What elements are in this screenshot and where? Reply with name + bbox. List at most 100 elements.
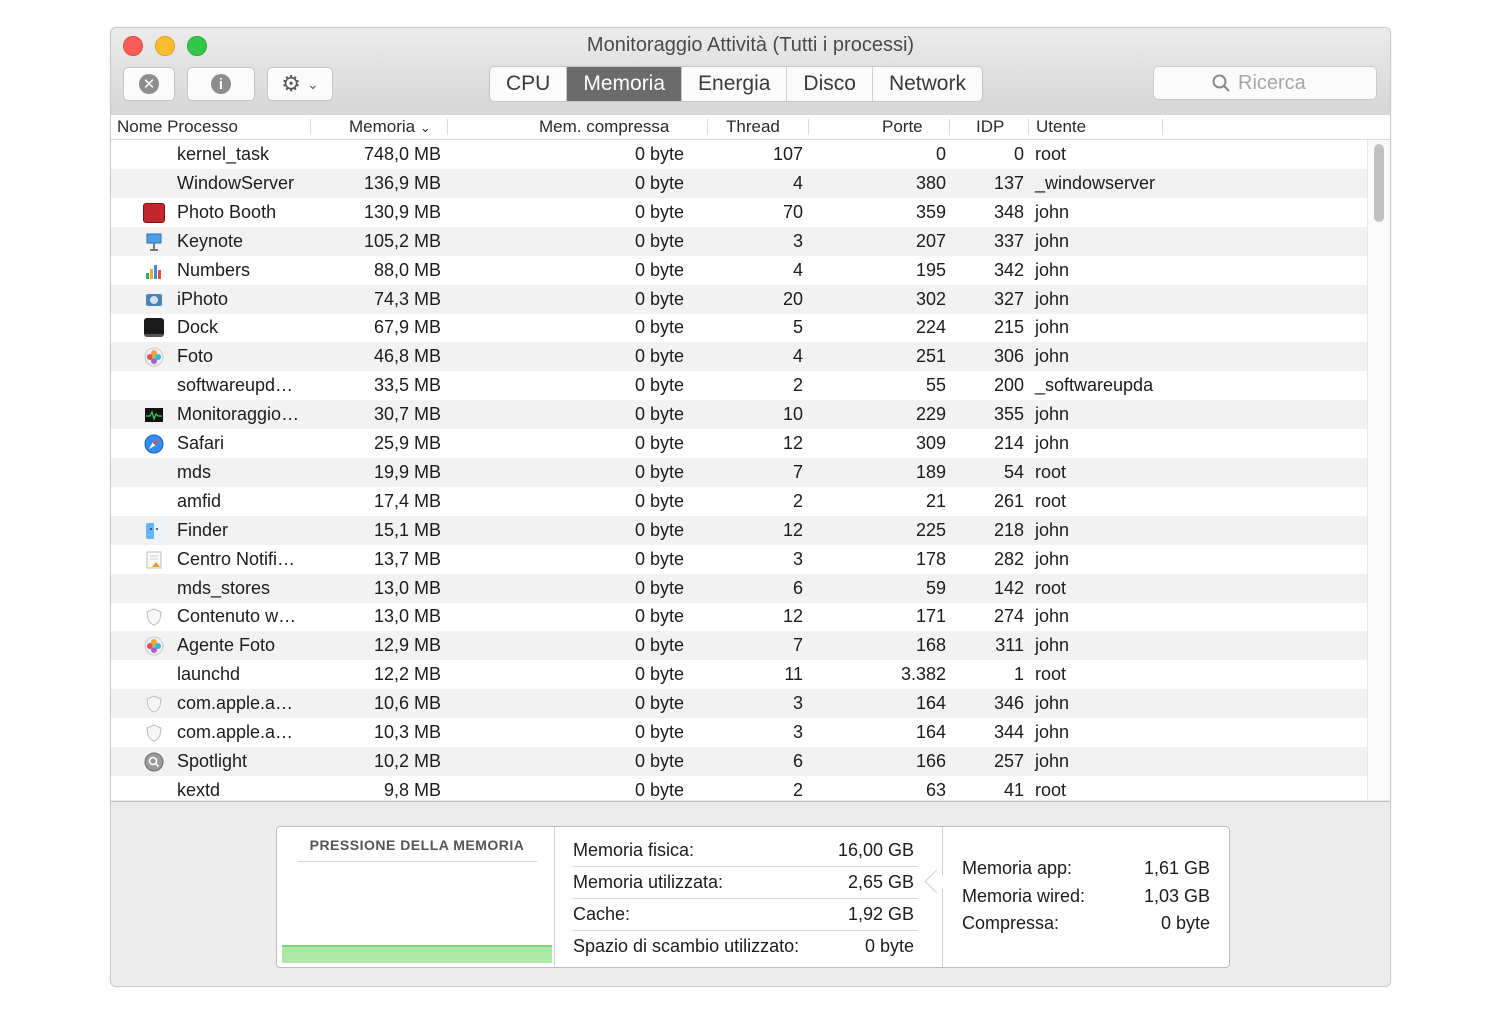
- process-user: john: [1035, 230, 1070, 251]
- table-row[interactable]: iPhoto 74,3 MB 0 byte 20 302 327 john: [111, 284, 1367, 314]
- process-name: Foto: [177, 346, 214, 367]
- process-pid: 41: [1003, 779, 1024, 800]
- memory-pressure-graph: [282, 945, 552, 963]
- column-header-threads[interactable]: Thread: [726, 116, 780, 138]
- memory-breakdown-value: 1,61 GB: [1143, 858, 1210, 878]
- process-memory: 10,2 MB: [373, 750, 441, 771]
- table-row[interactable]: Centro Notifi… 13,7 MB 0 byte 3 178 282 john: [111, 545, 1367, 574]
- toolbar: Monitoraggio Attività (Tutti i processi)…: [111, 28, 1390, 116]
- process-user: john: [1035, 433, 1070, 453]
- table-row[interactable]: com.apple.a… 10,3 MB 0 byte 3 164 344 john: [111, 718, 1367, 747]
- tab-energia[interactable]: Energia: [682, 67, 788, 101]
- process-memory: 15,1 MB: [373, 519, 441, 540]
- table-row[interactable]: amfid 17,4 MB 0 byte 2 21 261 root: [111, 487, 1367, 516]
- sort-descending-icon: ⌄: [419, 120, 431, 135]
- column-header-compressed[interactable]: Mem. compressa: [539, 116, 669, 138]
- process-memory: 74,3 MB: [373, 288, 441, 309]
- quit-process-button[interactable]: ✕: [123, 67, 175, 101]
- table-row[interactable]: Spotlight 10,2 MB 0 byte 6 166 257 john: [111, 746, 1367, 776]
- activity-monitor-icon: [143, 405, 165, 425]
- gear-icon: ⚙: [281, 71, 301, 96]
- process-compressed-memory: 0 byte: [634, 548, 684, 569]
- table-row[interactable]: kernel_task 748,0 MB 0 byte 107 0 0 root: [111, 140, 1367, 169]
- process-name: softwareupd…: [177, 375, 294, 396]
- process-ports: 309: [915, 433, 946, 453]
- memory-stat-row: Cache: 1,92 GB: [573, 899, 918, 931]
- tab-network[interactable]: Network: [873, 67, 982, 101]
- table-row[interactable]: WindowServer 136,9 MB 0 byte 4 380 137 _window…: [111, 168, 1367, 198]
- table-row[interactable]: Monitoraggio… 30,7 MB 0 byte 10 229 355 john: [111, 400, 1367, 430]
- table-row[interactable]: mds_stores 13,0 MB 0 byte 6 59 142 root: [111, 573, 1367, 603]
- table-row[interactable]: Contenuto w… 13,0 MB 0 byte 12 171 274 john: [111, 602, 1367, 631]
- vertical-scrollbar[interactable]: [1367, 140, 1390, 800]
- column-header-memory[interactable]: Memoria ⌄: [349, 116, 431, 138]
- scrollbar-thumb[interactable]: [1374, 144, 1384, 222]
- process-ports: 59: [925, 577, 946, 598]
- memory-stat-value: 0 byte: [864, 936, 914, 956]
- shield-icon: [143, 607, 165, 627]
- process-threads: 2: [792, 375, 803, 396]
- spotlight-icon: [143, 752, 165, 772]
- process-user: john: [1035, 288, 1070, 309]
- process-memory: 13,0 MB: [373, 577, 441, 598]
- table-row[interactable]: mds 19,9 MB 0 byte 7 189 54 root: [111, 457, 1367, 487]
- safari-icon: [143, 434, 165, 454]
- process-pid: 215: [993, 317, 1024, 338]
- inspect-process-button[interactable]: i: [187, 67, 255, 101]
- memory-breakdown: Memoria app: 1,61 GB Memoria wired: 1,03 GB…: [944, 827, 1229, 967]
- process-memory: 130,9 MB: [363, 201, 441, 222]
- memory-stat-label: Memoria fisica:: [573, 840, 695, 860]
- table-row[interactable]: launchd 12,2 MB 0 byte 11 3.382 1 root: [111, 660, 1367, 689]
- table-row[interactable]: Keynote 105,2 MB 0 byte 3 207 337 john: [111, 226, 1367, 256]
- search-field[interactable]: [1153, 66, 1377, 100]
- search-icon: [1212, 74, 1230, 92]
- memory-stat-row: Memoria fisica: 16,00 GB: [573, 835, 918, 867]
- search-input[interactable]: [1238, 71, 1318, 95]
- process-compressed-memory: 0 byte: [634, 693, 684, 714]
- table-row[interactable]: com.apple.a… 10,6 MB 0 byte 3 164 346 john: [111, 689, 1367, 719]
- table-row[interactable]: Finder 15,1 MB 0 byte 12 225 218 john: [111, 515, 1367, 545]
- process-compressed-memory: 0 byte: [634, 404, 684, 425]
- shield-icon: [143, 723, 165, 743]
- table-row[interactable]: Dock 67,9 MB 0 byte 5 224 215 john: [111, 313, 1367, 342]
- table-row[interactable]: Agente Foto 12,9 MB 0 byte 7 168 311 john: [111, 631, 1367, 661]
- column-header-ports[interactable]: Porte: [882, 116, 923, 138]
- memory-summary-panel: PRESSIONE DELLA MEMORIA Memoria fisica: 1…: [276, 826, 1230, 968]
- process-memory: 17,4 MB: [373, 490, 441, 511]
- process-pid: 282: [993, 548, 1024, 569]
- process-memory: 67,9 MB: [373, 317, 441, 338]
- table-row[interactable]: softwareupd… 33,5 MB 0 byte 2 55 200 _software…: [111, 371, 1367, 400]
- photos-icon: [143, 636, 165, 656]
- process-pid: 346: [993, 693, 1024, 714]
- process-compressed-memory: 0 byte: [634, 664, 684, 685]
- process-user: root: [1035, 577, 1067, 598]
- column-header-pid[interactable]: IDP: [976, 116, 1004, 138]
- action-menu-button[interactable]: ⚙ ⌄: [267, 67, 333, 101]
- column-header-user[interactable]: Utente: [1036, 116, 1086, 138]
- process-ports: 224: [915, 317, 946, 338]
- notification-center-icon: [143, 550, 165, 570]
- table-row[interactable]: Safari 25,9 MB 0 byte 12 309 214 john: [111, 429, 1367, 458]
- tab-cpu[interactable]: CPU: [490, 67, 568, 101]
- process-pid: 306: [993, 346, 1024, 367]
- tab-disco[interactable]: Disco: [787, 67, 873, 101]
- process-ports: 229: [915, 404, 946, 425]
- process-threads: 10: [782, 404, 803, 425]
- table-row[interactable]: kextd 9,8 MB 0 byte 2 63 41 root: [111, 776, 1367, 800]
- process-name: kernel_task: [177, 144, 270, 164]
- table-row[interactable]: Foto 46,8 MB 0 byte 4 251 306 john: [111, 342, 1367, 372]
- table-row[interactable]: Photo Booth 130,9 MB 0 byte 70 359 348 john: [111, 198, 1367, 227]
- process-name: Dock: [177, 317, 219, 338]
- process-pid: 311: [995, 635, 1024, 656]
- column-header-name[interactable]: Nome Processo: [117, 116, 238, 138]
- memory-breakdown-row: Memoria app: 1,61 GB: [962, 858, 1210, 884]
- process-name: Photo Booth: [177, 201, 277, 222]
- table-row[interactable]: Numbers 88,0 MB 0 byte 4 195 342 john: [111, 256, 1367, 285]
- memory-stat-row: Memoria utilizzata: 2,65 GB: [573, 867, 918, 899]
- process-compressed-memory: 0 byte: [634, 288, 684, 309]
- tab-memoria[interactable]: Memoria: [567, 67, 683, 101]
- process-name: Keynote: [177, 230, 244, 251]
- process-compressed-memory: 0 byte: [634, 259, 684, 280]
- process-compressed-memory: 0 byte: [634, 230, 684, 251]
- process-memory: 12,2 MB: [373, 664, 441, 685]
